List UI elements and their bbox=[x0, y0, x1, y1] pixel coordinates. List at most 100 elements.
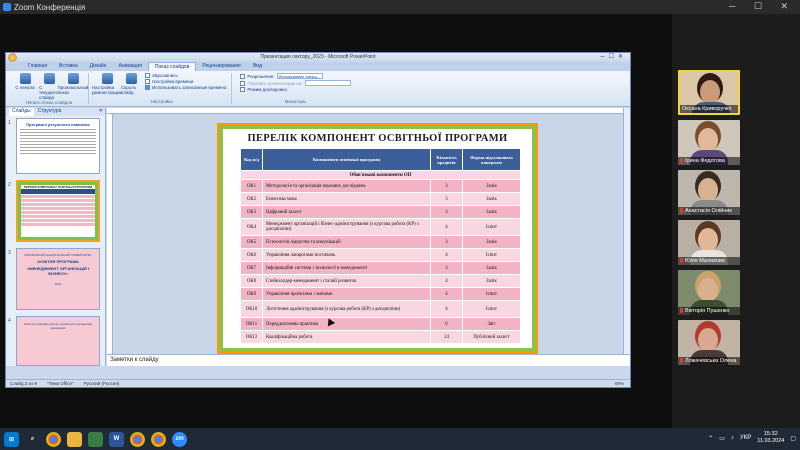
zoom-titlebar: Zoom Конференція ─ ☐ ✕ bbox=[0, 0, 800, 14]
cell-component: Логістичне адміністрування (з курсова ро… bbox=[262, 300, 431, 318]
language-indicator[interactable]: Русский (Россия) bbox=[84, 381, 120, 386]
slideshow-icon bbox=[19, 73, 31, 84]
show-on-select[interactable]: Показать презентацию на: bbox=[240, 80, 351, 86]
cell-control: Залік bbox=[462, 274, 521, 288]
status-bar: Слайд 2 из 9 "Тема Office" Русский (Росс… bbox=[6, 379, 630, 387]
muted-mic-icon bbox=[680, 308, 683, 314]
slide-thumbnail-2[interactable]: ПЕРЕЛІК КОМПОНЕНТ ОСВІТНЬОЇ ПРОГРАМИ bbox=[16, 180, 100, 242]
cell-code: ОК12 bbox=[240, 330, 263, 344]
app-icon[interactable] bbox=[88, 431, 103, 447]
tab-animation[interactable]: Анимация bbox=[112, 62, 147, 71]
slide-title[interactable]: ПЕРЕЛІК КОМПОНЕНТ ОСВІТНЬОЇ ПРОГРАМИ bbox=[223, 133, 532, 144]
keyboard-language[interactable]: УКР bbox=[740, 435, 751, 441]
ribbon-group-start-show: С начала С текущего слайда Произвольный … bbox=[10, 73, 89, 105]
participant-face bbox=[698, 278, 718, 302]
pane-tab-outline[interactable]: Структура bbox=[38, 108, 62, 116]
participant-tile[interactable]: Ложачевська Олена bbox=[678, 320, 740, 365]
cell-code: ОК11 bbox=[240, 317, 263, 331]
custom-show-button[interactable]: Произвольный показ bbox=[58, 73, 88, 100]
table-row: ОК8 Стейкхолдер-менеджмент і сталий розви… bbox=[240, 274, 521, 288]
resolution-select[interactable]: Разрешение: Использовать текущ... bbox=[240, 73, 350, 79]
from-beginning-button[interactable]: С начала bbox=[15, 73, 35, 100]
cell-control: Іспит bbox=[462, 300, 521, 318]
zoom-level[interactable]: 69% bbox=[615, 381, 630, 386]
tab-home[interactable]: Главная bbox=[22, 62, 53, 71]
slide-canvas[interactable]: ПЕРЕЛІК КОМПОНЕНТ ОСВІТНЬОЇ ПРОГРАМИ Код… bbox=[107, 108, 623, 354]
tab-view[interactable]: Вид bbox=[247, 62, 268, 71]
tab-insert[interactable]: Вставка bbox=[53, 62, 84, 71]
slide-thumbnail-1[interactable]: Програмні результати навчання bbox=[16, 118, 100, 174]
close-pane-icon[interactable]: ✕ bbox=[99, 108, 105, 116]
explorer-icon[interactable] bbox=[67, 431, 82, 447]
cell-code: ОК5 bbox=[240, 235, 263, 249]
cell-control: Залік bbox=[462, 205, 521, 219]
col-header-credits: Кількість кредитів bbox=[430, 148, 463, 171]
muted-mic-icon bbox=[680, 208, 683, 214]
participant-tile[interactable]: Ірина Федотова bbox=[678, 120, 740, 165]
ribbon: С начала С текущего слайда Произвольный … bbox=[6, 71, 630, 107]
rehearse-timings-option[interactable]: Настройка времени bbox=[145, 79, 226, 84]
ribbon-tabs: Главная Вставка Дизайн Анимация Показ сл… bbox=[6, 62, 630, 71]
clock[interactable]: 15:32 11.03.2024 bbox=[757, 431, 784, 445]
start-icon[interactable]: ⊞ bbox=[4, 431, 19, 447]
vertical-scrollbar[interactable] bbox=[623, 108, 630, 354]
current-slide[interactable]: ПЕРЕЛІК КОМПОНЕНТ ОСВІТНЬОЇ ПРОГРАМИ Код… bbox=[217, 123, 538, 354]
chrome-icon[interactable] bbox=[130, 431, 145, 447]
participant-name: Ложачевська Олена bbox=[685, 358, 737, 364]
from-current-button[interactable]: С текущего слайда bbox=[39, 73, 59, 100]
table-row: ОК9 Управління проектами і змінами 4 Іспит bbox=[240, 287, 521, 301]
tab-slideshow[interactable]: Показ слайдов bbox=[147, 62, 197, 71]
search-icon[interactable]: ⌕ bbox=[25, 432, 40, 447]
word-icon[interactable]: W bbox=[109, 431, 124, 447]
use-timings-checkbox[interactable]: Использовать записанные времена bbox=[145, 85, 226, 90]
cell-component: Управління проектами і змінами bbox=[262, 287, 431, 301]
participant-tile[interactable]: Оксана Криворучко bbox=[678, 70, 740, 115]
hide-slide-button[interactable]: Скрыть слайд bbox=[121, 73, 141, 95]
notes-pane[interactable]: Заметки к слайду bbox=[107, 354, 630, 366]
slide-thumbnail-4[interactable]: Освітня програма високо оцінюється прові… bbox=[16, 316, 100, 366]
office-button[interactable] bbox=[8, 53, 17, 62]
muted-mic-icon bbox=[680, 158, 683, 164]
thumb-number: 4 bbox=[8, 318, 11, 324]
pane-tab-slides[interactable]: Слайды bbox=[9, 108, 34, 116]
participant-tile[interactable]: Юлія Малахова bbox=[678, 220, 740, 265]
participant-tile[interactable]: Анастасія Олійник bbox=[678, 170, 740, 215]
cell-component: Інформаційні системи і технології в мене… bbox=[262, 261, 431, 275]
tray-chevron-icon[interactable]: ⌃ bbox=[708, 435, 713, 442]
muted-mic-icon bbox=[680, 258, 683, 264]
components-table[interactable]: Код н/д Компоненти освітньої програми Кі… bbox=[240, 148, 521, 344]
setup-show-button[interactable]: Настройка демонстрации bbox=[92, 73, 122, 95]
table-row: ОК11 Переддипломна практика 6 Звіт bbox=[240, 317, 521, 331]
tab-design[interactable]: Дизайн bbox=[84, 62, 113, 71]
cell-credits: 3 bbox=[430, 261, 463, 275]
cell-credits: 4 bbox=[430, 218, 463, 236]
table-row: ОК2 Бізнесова мова 3 Залік bbox=[240, 192, 521, 206]
record-narration-option[interactable]: Звукозапись bbox=[145, 73, 226, 78]
cell-control: Залік bbox=[462, 179, 521, 193]
tab-review[interactable]: Рецензирование bbox=[196, 62, 247, 71]
participant-face bbox=[698, 328, 718, 352]
cell-credits: 3 bbox=[430, 205, 463, 219]
volume-icon[interactable]: ♪ bbox=[731, 435, 734, 441]
hide-slide-icon bbox=[125, 73, 137, 84]
notifications-icon[interactable]: ▢ bbox=[790, 435, 796, 442]
network-icon[interactable]: ▭ bbox=[719, 435, 725, 442]
col-header-control: Форма підсумкового контролю bbox=[462, 148, 521, 171]
cell-code: ОК4 bbox=[240, 218, 263, 236]
windows-taskbar: ⊞ ⌕ W zm ⌃ ▭ ♪ УКР 15:32 11.03.2024 ▢ bbox=[0, 428, 800, 450]
zoom-icon[interactable]: zm bbox=[172, 431, 187, 447]
chrome-icon[interactable] bbox=[151, 431, 166, 447]
presenter-view-checkbox[interactable]: Режим докладчика bbox=[240, 87, 350, 92]
participant-tile[interactable]: Вікторія Пушенко bbox=[678, 270, 740, 315]
thumb-number: 1 bbox=[8, 120, 11, 126]
cell-code: ОК8 bbox=[240, 274, 263, 288]
chrome-icon[interactable] bbox=[46, 431, 61, 447]
cell-code: ОК3 bbox=[240, 205, 263, 219]
cell-component: Управління ланцюгами постачань bbox=[262, 248, 431, 262]
ppt-window-controls[interactable]: ─☐✕ bbox=[600, 53, 627, 62]
window-controls[interactable]: ─ ☐ ✕ bbox=[729, 1, 796, 12]
cell-component: Кваліфікаційна робота bbox=[262, 330, 431, 344]
slide-thumbnail-3[interactable]: ЗАПОРІЗЬКИЙ НАЦІОНАЛЬНИЙ УНІВЕРСИТЕТ ОСВ… bbox=[16, 248, 100, 310]
cell-credits: 4 bbox=[430, 248, 463, 262]
participants-gallery: Оксана Криворучко Ірина Федотова Анастасія… bbox=[676, 68, 800, 386]
